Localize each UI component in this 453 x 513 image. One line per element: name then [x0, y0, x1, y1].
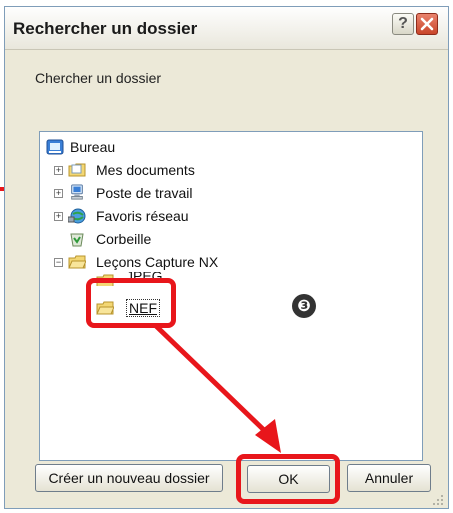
browse-folder-dialog: Rechercher un dossier ? Chercher un doss… — [4, 6, 449, 509]
resize-grip-icon[interactable] — [431, 493, 445, 507]
annotation-arrow — [153, 323, 281, 453]
